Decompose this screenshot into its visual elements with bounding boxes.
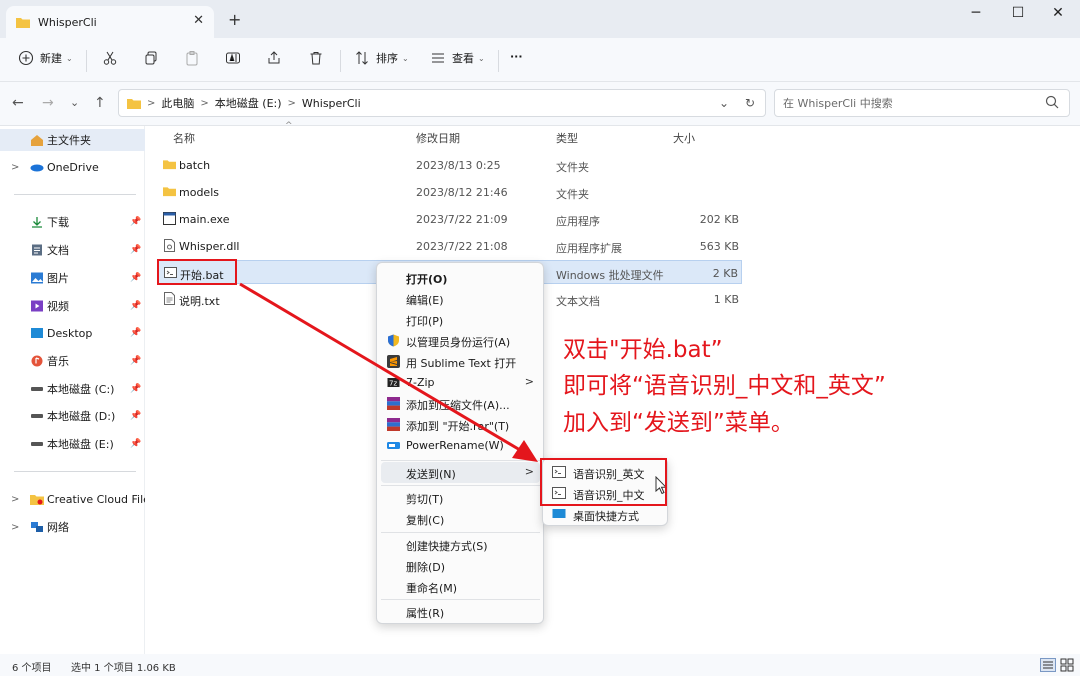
annotation-line-2: 即可将“语音识别_中文和_英文” bbox=[563, 373, 886, 399]
annotation-line-3: 加入到“发送到”菜单。 bbox=[563, 410, 794, 436]
annotation-arrow bbox=[239, 282, 538, 462]
annotation-line-1: 双击"开始.bat” bbox=[563, 337, 723, 363]
